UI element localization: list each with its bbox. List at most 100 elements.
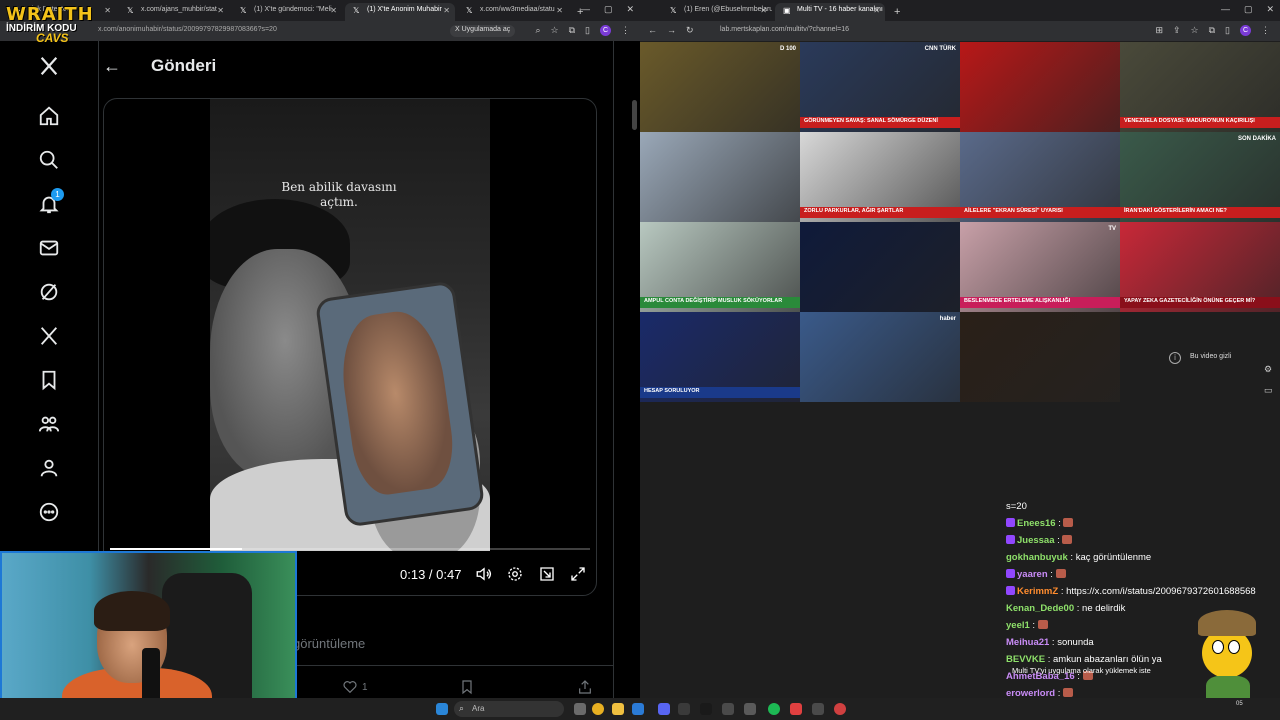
tv-channel-tile[interactable] xyxy=(640,132,800,222)
new-tab-icon[interactable]: + xyxy=(888,6,906,21)
messages-envelope-icon[interactable] xyxy=(38,237,60,259)
tv-channel-tile[interactable]: SON DAKİKA İRAN'DAKİ GÖSTERİLERİN AMACI N… xyxy=(1120,132,1280,222)
back-arrow-icon[interactable]: ← xyxy=(103,56,121,77)
discord-icon[interactable] xyxy=(658,703,670,715)
tv-channel-tile[interactable]: haber xyxy=(800,312,960,402)
bookmarks-icon[interactable] xyxy=(38,369,60,391)
close-tab-icon[interactable]: ✕ xyxy=(556,6,563,15)
explore-search-icon[interactable] xyxy=(38,149,60,171)
install-app-icon[interactable]: ⊞ xyxy=(1155,25,1163,36)
communities-icon[interactable] xyxy=(38,413,60,435)
grok-icon[interactable] xyxy=(38,281,60,303)
task-view-icon[interactable] xyxy=(574,703,586,715)
home-icon[interactable] xyxy=(38,105,60,127)
back-icon[interactable]: ← xyxy=(648,25,657,36)
chat-username[interactable]: BEVVKE xyxy=(1006,654,1045,665)
left-scrollbar-thumb[interactable] xyxy=(632,100,637,130)
maximize-icon[interactable]: ▢ xyxy=(1244,4,1253,15)
chat-username[interactable]: Enees16 xyxy=(1017,518,1056,529)
chat-username[interactable]: Juessaa xyxy=(1017,535,1055,546)
extensions-icon[interactable]: ⧉ xyxy=(1209,25,1215,36)
tv-channel-tile[interactable]: HESAP SORULUYOR xyxy=(640,312,800,402)
open-in-app-button[interactable]: X Uygulamada aç xyxy=(450,25,516,37)
sidebar-icon[interactable]: ▯ xyxy=(1225,25,1230,36)
picture-in-picture-icon[interactable] xyxy=(538,565,556,583)
minimize-icon[interactable]: — xyxy=(1221,4,1230,15)
premium-x-icon[interactable] xyxy=(38,325,60,347)
app-icon-4[interactable] xyxy=(812,703,824,715)
profile-avatar[interactable]: C xyxy=(1240,25,1251,36)
chat-username[interactable]: yeel1 xyxy=(1006,620,1030,631)
right-url-field[interactable]: lab.mertskaplan.com/multitv/?channel=16 xyxy=(720,26,849,33)
close-tab-icon[interactable]: ✕ xyxy=(760,6,767,15)
close-window-icon[interactable]: ✕ xyxy=(626,4,634,15)
tv-channel-tile[interactable] xyxy=(800,222,960,312)
tv-channel-tile[interactable]: VENEZUELA DOSYASI: MADURO'NUN KAÇIRILIŞI xyxy=(1120,42,1280,132)
tv-channel-tile[interactable]: ZORLU PARKURLAR, AĞIR ŞARTLAR xyxy=(800,132,960,222)
taskbar-search[interactable]: ⌕ Ara xyxy=(454,701,564,717)
tv-channel-tile[interactable]: AİLELERE "EKRAN SÜRESİ" UYARISI xyxy=(960,132,1120,222)
minimize-icon[interactable]: — xyxy=(581,4,590,15)
fullscreen-icon[interactable] xyxy=(569,565,587,583)
close-tab-icon[interactable]: ✕ xyxy=(443,6,450,15)
browser-tab[interactable]: 𝕏x.com/ww3mediaa/statu ✕ xyxy=(458,3,568,21)
extensions-icon[interactable]: ⧉ xyxy=(569,25,575,36)
profile-avatar[interactable]: C xyxy=(600,25,611,36)
close-tab-icon[interactable]: ✕ xyxy=(217,6,224,15)
bookmark-action-icon[interactable] xyxy=(459,679,475,695)
profile-person-icon[interactable] xyxy=(38,457,60,479)
settings-gear-icon[interactable] xyxy=(506,565,524,583)
windows-start-icon[interactable] xyxy=(436,703,448,715)
close-tab-icon[interactable]: ✕ xyxy=(330,6,337,15)
close-window-icon[interactable]: ✕ xyxy=(1266,4,1274,15)
app-icon-2[interactable] xyxy=(744,703,756,715)
browser-tab[interactable]: 𝕏 (1) Eren (@Ebuselmmbelarus) /✕ xyxy=(662,3,772,21)
steam-icon[interactable] xyxy=(700,703,712,715)
sidebar-icon[interactable]: ▯ xyxy=(585,25,590,36)
browser-tab[interactable]: 𝕏 (1) X'te gündemoci: "Meli ✕ xyxy=(232,3,342,21)
chat-username[interactable]: KerimmZ xyxy=(1017,586,1058,597)
file-explorer-icon[interactable] xyxy=(612,703,624,715)
chat-username[interactable]: yaaren xyxy=(1017,569,1048,580)
app-icon-5[interactable] xyxy=(834,703,846,715)
settings-gear-icon[interactable]: ⚙ xyxy=(1264,364,1273,375)
volume-icon[interactable] xyxy=(475,565,493,583)
edge-icon[interactable] xyxy=(632,703,644,715)
video-frame[interactable] xyxy=(210,99,490,551)
share-icon[interactable] xyxy=(577,679,593,695)
browser-tab[interactable]: 𝕏 (1) X'te Anonim Muhabir ✕ xyxy=(345,3,455,21)
tv-channel-tile[interactable]: YAPAY ZEKA GAZETECİLİĞİN ÖNÜNE GEÇER Mİ? xyxy=(1120,222,1280,312)
menu-icon[interactable]: ⋮ xyxy=(621,25,630,36)
chrome-icon[interactable] xyxy=(592,703,604,715)
chat-username[interactable]: gokhanbuyuk xyxy=(1006,552,1068,563)
app-icon-3[interactable] xyxy=(790,703,802,715)
maximize-icon[interactable]: ▢ xyxy=(604,4,613,15)
reload-icon[interactable]: ↻ xyxy=(686,25,694,36)
video-progress-bar[interactable] xyxy=(110,548,590,550)
obs-icon[interactable] xyxy=(678,703,690,715)
tv-channel-tile[interactable]: AMPUL CONTA DEĞİŞTİRİP MUSLUK SÖKÜYORLAR xyxy=(640,222,800,312)
tv-channel-tile[interactable] xyxy=(960,42,1120,132)
hidden-video-tile[interactable]: i Bu video gizli xyxy=(1120,312,1280,402)
left-url-field[interactable]: x.com/anonimuhabir/status/20099797829987… xyxy=(98,26,277,33)
cast-icon[interactable]: ▭ xyxy=(1264,385,1273,396)
tv-channel-tile[interactable]: D 100 xyxy=(640,42,800,132)
chat-username[interactable]: Kenan_Dede00 xyxy=(1006,603,1074,614)
tv-channel-tile[interactable] xyxy=(960,312,1120,402)
forward-icon[interactable]: → xyxy=(667,25,676,36)
browser-tab[interactable]: ▣ Multi TV - 16 haber kanalını ay ✕ xyxy=(775,3,885,21)
tv-channel-tile[interactable]: CNN TÜRK GÖRÜNMEYEN SAVAŞ: SANAL SÖMÜRGE … xyxy=(800,42,960,132)
close-tab-icon[interactable]: ✕ xyxy=(104,6,111,15)
more-options-icon[interactable] xyxy=(38,501,60,523)
x-logo-icon[interactable] xyxy=(38,55,60,77)
chat-username[interactable]: Meihua21 xyxy=(1006,637,1049,648)
tv-channel-tile[interactable]: TV BESLENMEDE ERTELEME ALIŞKANLIĞI xyxy=(960,222,1120,312)
zoom-icon[interactable]: ⌕ xyxy=(535,25,540,36)
close-tab-icon[interactable]: ✕ xyxy=(873,6,880,15)
star-icon[interactable]: ☆ xyxy=(1191,25,1199,36)
like-heart-icon[interactable] xyxy=(342,679,358,695)
star-icon[interactable]: ☆ xyxy=(551,25,559,36)
share-page-icon[interactable]: ⇪ xyxy=(1173,25,1181,36)
left-scrollbar[interactable] xyxy=(632,100,637,690)
menu-icon[interactable]: ⋮ xyxy=(1261,25,1270,36)
